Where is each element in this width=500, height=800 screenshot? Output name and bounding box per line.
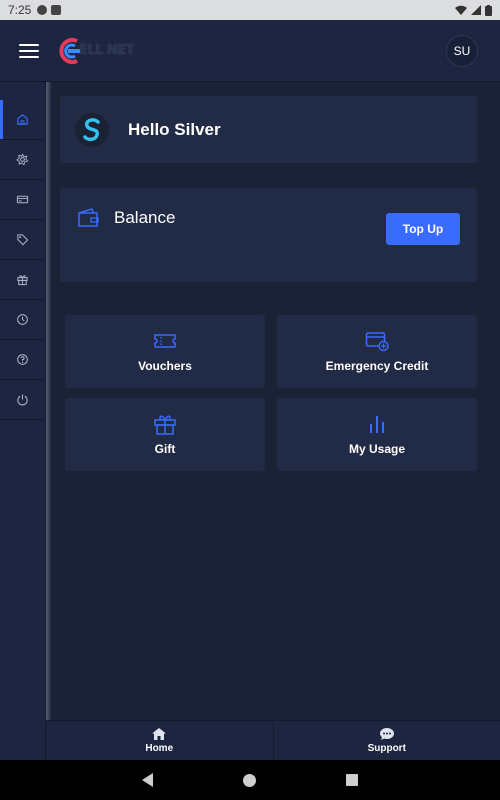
power-icon bbox=[17, 394, 28, 406]
system-icons bbox=[455, 4, 492, 16]
rail-item-settings[interactable] bbox=[0, 140, 45, 180]
battery-icon bbox=[485, 4, 492, 16]
rail-item-logout[interactable] bbox=[0, 380, 45, 420]
home-icon bbox=[152, 728, 167, 740]
ticket-icon bbox=[154, 334, 176, 348]
card-plus-icon bbox=[365, 332, 389, 352]
wifi-icon bbox=[455, 5, 467, 15]
my-usage-tile[interactable]: My Usage bbox=[277, 398, 477, 471]
brand-logo bbox=[75, 112, 109, 147]
emergency-credit-label: Emergency Credit bbox=[325, 359, 429, 373]
greeting-card: Hello Silver bbox=[60, 96, 477, 163]
wallet-icon bbox=[78, 208, 99, 227]
side-navigation bbox=[0, 82, 46, 760]
chat-bubble-icon bbox=[379, 728, 394, 740]
bottom-nav-support-label: Support bbox=[367, 743, 406, 754]
bottom-nav-home[interactable]: Home bbox=[46, 721, 273, 760]
greeting-text: Hello Silver bbox=[128, 119, 221, 139]
status-time: 7:25 bbox=[8, 3, 32, 17]
notification-icons bbox=[37, 5, 62, 15]
rail-item-gift[interactable] bbox=[0, 260, 45, 300]
s-logo-icon bbox=[83, 117, 100, 141]
rail-item-help[interactable] bbox=[0, 340, 45, 380]
rail-item-home[interactable] bbox=[0, 100, 45, 140]
logo-text: ELL NET bbox=[79, 43, 135, 58]
vouchers-tile[interactable]: Vouchers bbox=[65, 315, 265, 388]
my-usage-label: My Usage bbox=[348, 442, 406, 456]
home-icon bbox=[17, 114, 28, 125]
gift-icon bbox=[154, 415, 176, 435]
balance-card: Balance Top Up bbox=[60, 188, 477, 282]
bottom-nav-support[interactable]: Support bbox=[272, 721, 500, 760]
balance-label: Balance bbox=[114, 208, 176, 227]
app-notification-icon bbox=[37, 5, 48, 15]
rail-item-tags[interactable] bbox=[0, 220, 45, 260]
menu-icon[interactable] bbox=[19, 43, 39, 58]
card-icon bbox=[16, 195, 29, 204]
gift-label: Gift bbox=[154, 442, 176, 456]
home-button-icon[interactable] bbox=[243, 773, 256, 787]
emergency-credit-tile[interactable]: Emergency Credit bbox=[277, 315, 477, 388]
app-logo: ELL NET bbox=[57, 36, 135, 66]
back-icon[interactable] bbox=[142, 773, 153, 787]
rail-item-history[interactable] bbox=[0, 300, 45, 340]
system-navigation-bar bbox=[0, 760, 500, 800]
status-bar: 7:25 bbox=[0, 0, 500, 20]
bar-chart-icon bbox=[370, 416, 384, 433]
recents-icon[interactable] bbox=[346, 774, 358, 786]
help-icon bbox=[17, 354, 28, 365]
top-up-button[interactable]: Top Up bbox=[386, 213, 460, 245]
gift-icon bbox=[17, 275, 28, 286]
balance-header: Balance bbox=[77, 208, 175, 228]
settings-flower-icon bbox=[16, 153, 29, 166]
app-header: ELL NET SU bbox=[0, 20, 500, 82]
avatar[interactable]: SU bbox=[446, 34, 478, 67]
bottom-nav-home-label: Home bbox=[145, 743, 174, 754]
avatar-initials: SU bbox=[453, 43, 471, 58]
gift-tile[interactable]: Gift bbox=[65, 398, 265, 471]
sd-card-icon bbox=[51, 5, 62, 15]
bottom-navigation: Home Support bbox=[46, 720, 500, 760]
rail-item-card[interactable] bbox=[0, 180, 45, 220]
main-content: Hello Silver Balance Top Up Vouchers Eme… bbox=[51, 82, 500, 720]
clock-icon bbox=[17, 314, 28, 325]
signal-icon bbox=[471, 5, 481, 15]
tag-icon bbox=[17, 234, 29, 246]
vouchers-label: Vouchers bbox=[138, 359, 192, 373]
